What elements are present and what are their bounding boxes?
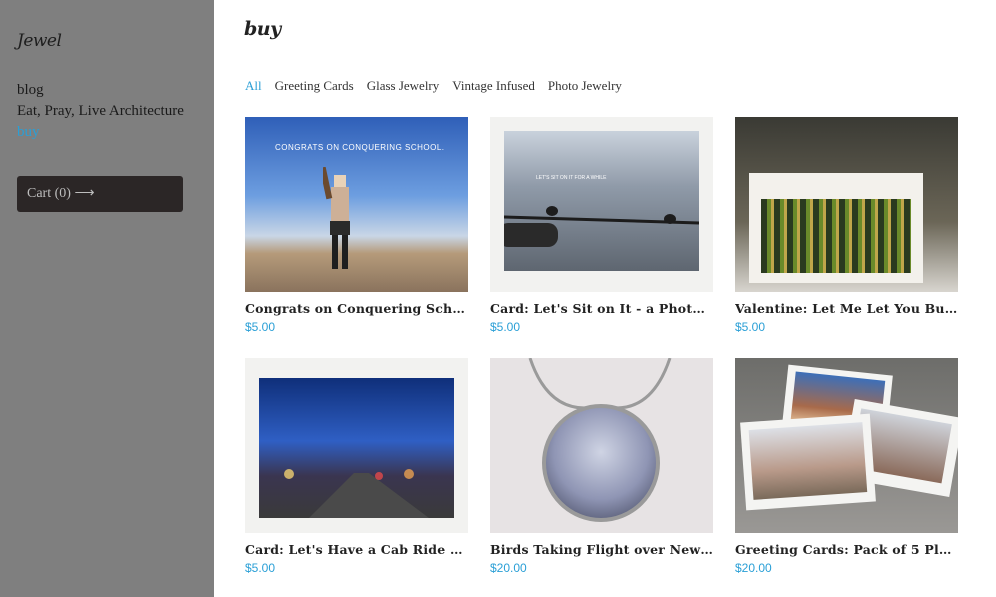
viking-figure-illustration [323, 167, 350, 269]
product-card[interactable]: Card: Let's Have a Cab Ride Kind of Nigh… [245, 358, 468, 575]
product-card[interactable]: Greeting Cards: Pack of 5 Playful Photog… [735, 358, 958, 575]
site-logo[interactable]: Jewel [17, 31, 62, 51]
product-image-caption: CONGRATS ON CONQUERING SCHOOL. [275, 143, 445, 152]
product-card[interactable]: CONGRATS ON CONQUERING SCHOOL. Congrats … [245, 117, 468, 334]
product-price: $20.00 [490, 561, 527, 575]
product-price: $5.00 [735, 320, 766, 334]
cart-label: Cart (0) [27, 186, 71, 201]
nav-link-buy[interactable]: buy [17, 124, 197, 140]
filter-vintage-infused[interactable]: Vintage Infused [452, 78, 535, 94]
product-photo: LET'S SIT ON IT FOR A WHILE [504, 131, 699, 271]
nav-link-eat-pray-live-architecture[interactable]: Eat, Pray, Live Architecture [17, 103, 197, 119]
page-title: buy [244, 18, 281, 40]
product-title[interactable]: Card: Let's Have a Cab Ride Kind of Nigh… [245, 542, 468, 557]
product-price: $5.00 [245, 561, 276, 575]
sidebar-nav: blog Eat, Pray, Live Architecture buy [17, 82, 197, 145]
product-card[interactable]: LET'S SIT ON IT FOR A WHILE Card: Let's … [490, 117, 713, 334]
product-title[interactable]: Congrats on Conquering School! - a Photo… [245, 301, 468, 316]
filter-photo-jewelry[interactable]: Photo Jewelry [548, 78, 622, 94]
product-image[interactable] [735, 358, 958, 533]
product-image[interactable]: CONGRATS ON CONQUERING SCHOOL. [245, 117, 468, 292]
greeting-card-illustration [749, 173, 923, 283]
night-road-illustration [284, 469, 429, 518]
product-image[interactable] [735, 117, 958, 292]
product-photo [761, 199, 911, 273]
product-card[interactable]: Valentine: Let Me Let You Buy Me a Drink… [735, 117, 958, 334]
product-image[interactable] [245, 358, 468, 533]
cart-button[interactable]: Cart (0) ⟶ [17, 176, 183, 212]
product-price: $20.00 [735, 561, 772, 575]
product-image[interactable] [490, 358, 713, 533]
product-price: $5.00 [245, 320, 276, 334]
product-title[interactable]: Card: Let's Sit on It - a Photograph Car… [490, 301, 713, 316]
category-filters: All Greeting Cards Glass Jewelry Vintage… [245, 78, 622, 94]
nav-link-blog[interactable]: blog [17, 82, 197, 98]
filter-all[interactable]: All [245, 78, 262, 94]
product-title[interactable]: Valentine: Let Me Let You Buy Me a Drink [735, 301, 958, 316]
filter-glass-jewelry[interactable]: Glass Jewelry [367, 78, 440, 94]
product-card[interactable]: Birds Taking Flight over New York Pendan… [490, 358, 713, 575]
product-price: $5.00 [490, 320, 521, 334]
arrow-right-icon: ⟶ [74, 186, 95, 201]
birds-on-pole-illustration [504, 206, 699, 247]
product-photo [259, 378, 454, 518]
card-illustration [740, 413, 876, 511]
filter-greeting-cards[interactable]: Greeting Cards [275, 78, 354, 94]
pendant-illustration [542, 404, 660, 522]
sidebar: Jewel blog Eat, Pray, Live Architecture … [0, 0, 214, 597]
product-title[interactable]: Greeting Cards: Pack of 5 Playful Photog… [735, 542, 958, 557]
product-title[interactable]: Birds Taking Flight over New York Pendan… [490, 542, 713, 557]
product-image[interactable]: LET'S SIT ON IT FOR A WHILE [490, 117, 713, 292]
